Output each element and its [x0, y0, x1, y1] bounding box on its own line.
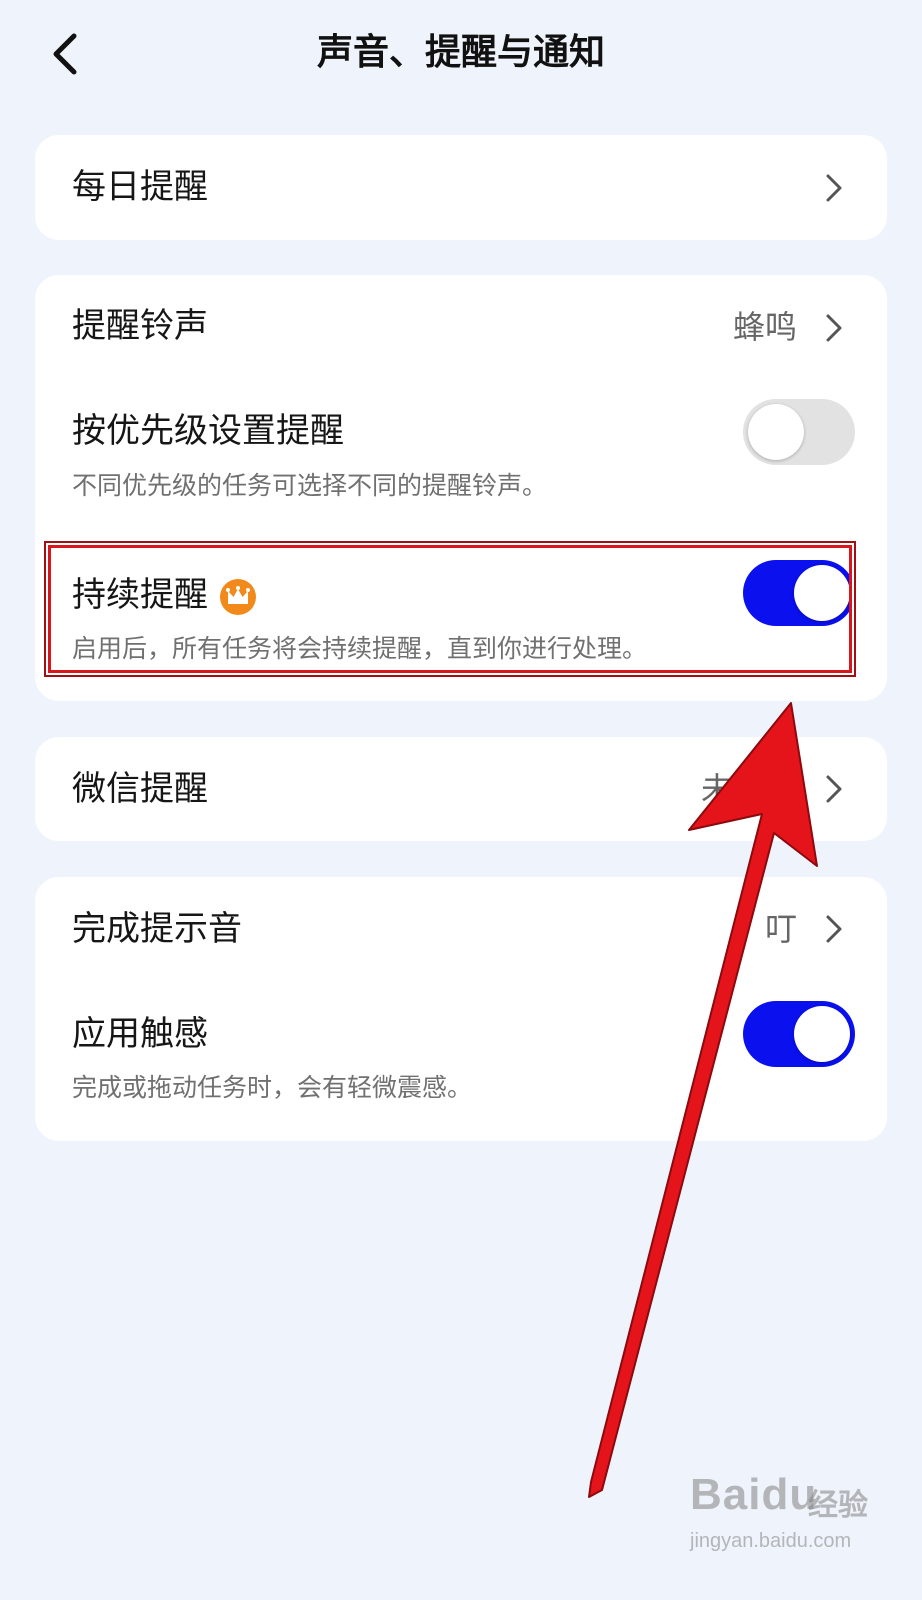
chevron-right-icon	[826, 915, 842, 943]
daily-reminder-row[interactable]: 每日提醒	[35, 135, 887, 240]
continuous-reminder-label-wrap: 持续提醒	[72, 572, 256, 618]
wechat-reminder-value: 未开启	[700, 770, 797, 808]
watermark-url: jingyan.baidu.com	[690, 1530, 852, 1552]
chevron-right-icon	[826, 775, 842, 803]
wechat-reminder-card: 微信提醒 未开启	[35, 737, 887, 841]
watermark-logo: Baidu	[690, 1470, 818, 1519]
continuous-reminder-label: 持续提醒	[72, 575, 208, 615]
priority-reminder-row: 按优先级设置提醒 不同优先级的任务可选择不同的提醒铃声。	[35, 385, 887, 515]
reminder-settings-card: 提醒铃声 蜂鸣 按优先级设置提醒 不同优先级的任务可选择不同的提醒铃声。 持续提…	[35, 275, 887, 701]
toggle-knob	[794, 1006, 850, 1062]
watermark: Baidu 经验 jingyan.baidu.com	[690, 1458, 890, 1568]
page-title: 声音、提醒与通知	[316, 32, 605, 73]
completion-settings-card: 完成提示音 叮 应用触感 完成或拖动任务时，会有轻微震感。	[35, 877, 887, 1141]
ringtone-row[interactable]: 提醒铃声 蜂鸣	[35, 275, 887, 380]
toggle-knob	[794, 565, 850, 621]
wechat-reminder-label: 微信提醒	[72, 769, 208, 809]
wechat-reminder-row[interactable]: 微信提醒 未开启	[35, 737, 887, 841]
watermark-text: 经验	[808, 1488, 868, 1523]
continuous-reminder-row: 持续提醒 启用后，所有任务将会持续提醒，直到你进行处理。	[35, 548, 887, 678]
chevron-right-icon	[826, 314, 842, 342]
completion-sound-value: 叮	[764, 910, 797, 948]
ringtone-label: 提醒铃声	[72, 306, 208, 346]
priority-reminder-label: 按优先级设置提醒	[72, 411, 344, 451]
completion-sound-label: 完成提示音	[72, 909, 242, 949]
daily-reminder-label: 每日提醒	[72, 167, 208, 207]
haptic-feedback-row: 应用触感 完成或拖动任务时，会有轻微震感。	[35, 987, 887, 1127]
haptic-feedback-label: 应用触感	[72, 1014, 208, 1054]
priority-reminder-toggle[interactable]	[743, 399, 855, 465]
daily-reminder-card: 每日提醒	[35, 135, 887, 240]
haptic-feedback-toggle[interactable]	[743, 1001, 855, 1067]
crown-icon	[220, 578, 256, 615]
ringtone-value: 蜂鸣	[732, 308, 797, 346]
continuous-reminder-toggle[interactable]	[743, 560, 855, 626]
toggle-knob	[748, 404, 804, 460]
completion-sound-row[interactable]: 完成提示音 叮	[35, 877, 887, 982]
haptic-feedback-description: 完成或拖动任务时，会有轻微震感。	[72, 1073, 473, 1102]
chevron-right-icon	[826, 174, 842, 202]
priority-reminder-description: 不同优先级的任务可选择不同的提醒铃声。	[72, 471, 548, 500]
top-bar: 声音、提醒与通知	[0, 0, 922, 110]
continuous-reminder-description: 启用后，所有任务将会持续提醒，直到你进行处理。	[72, 634, 648, 663]
